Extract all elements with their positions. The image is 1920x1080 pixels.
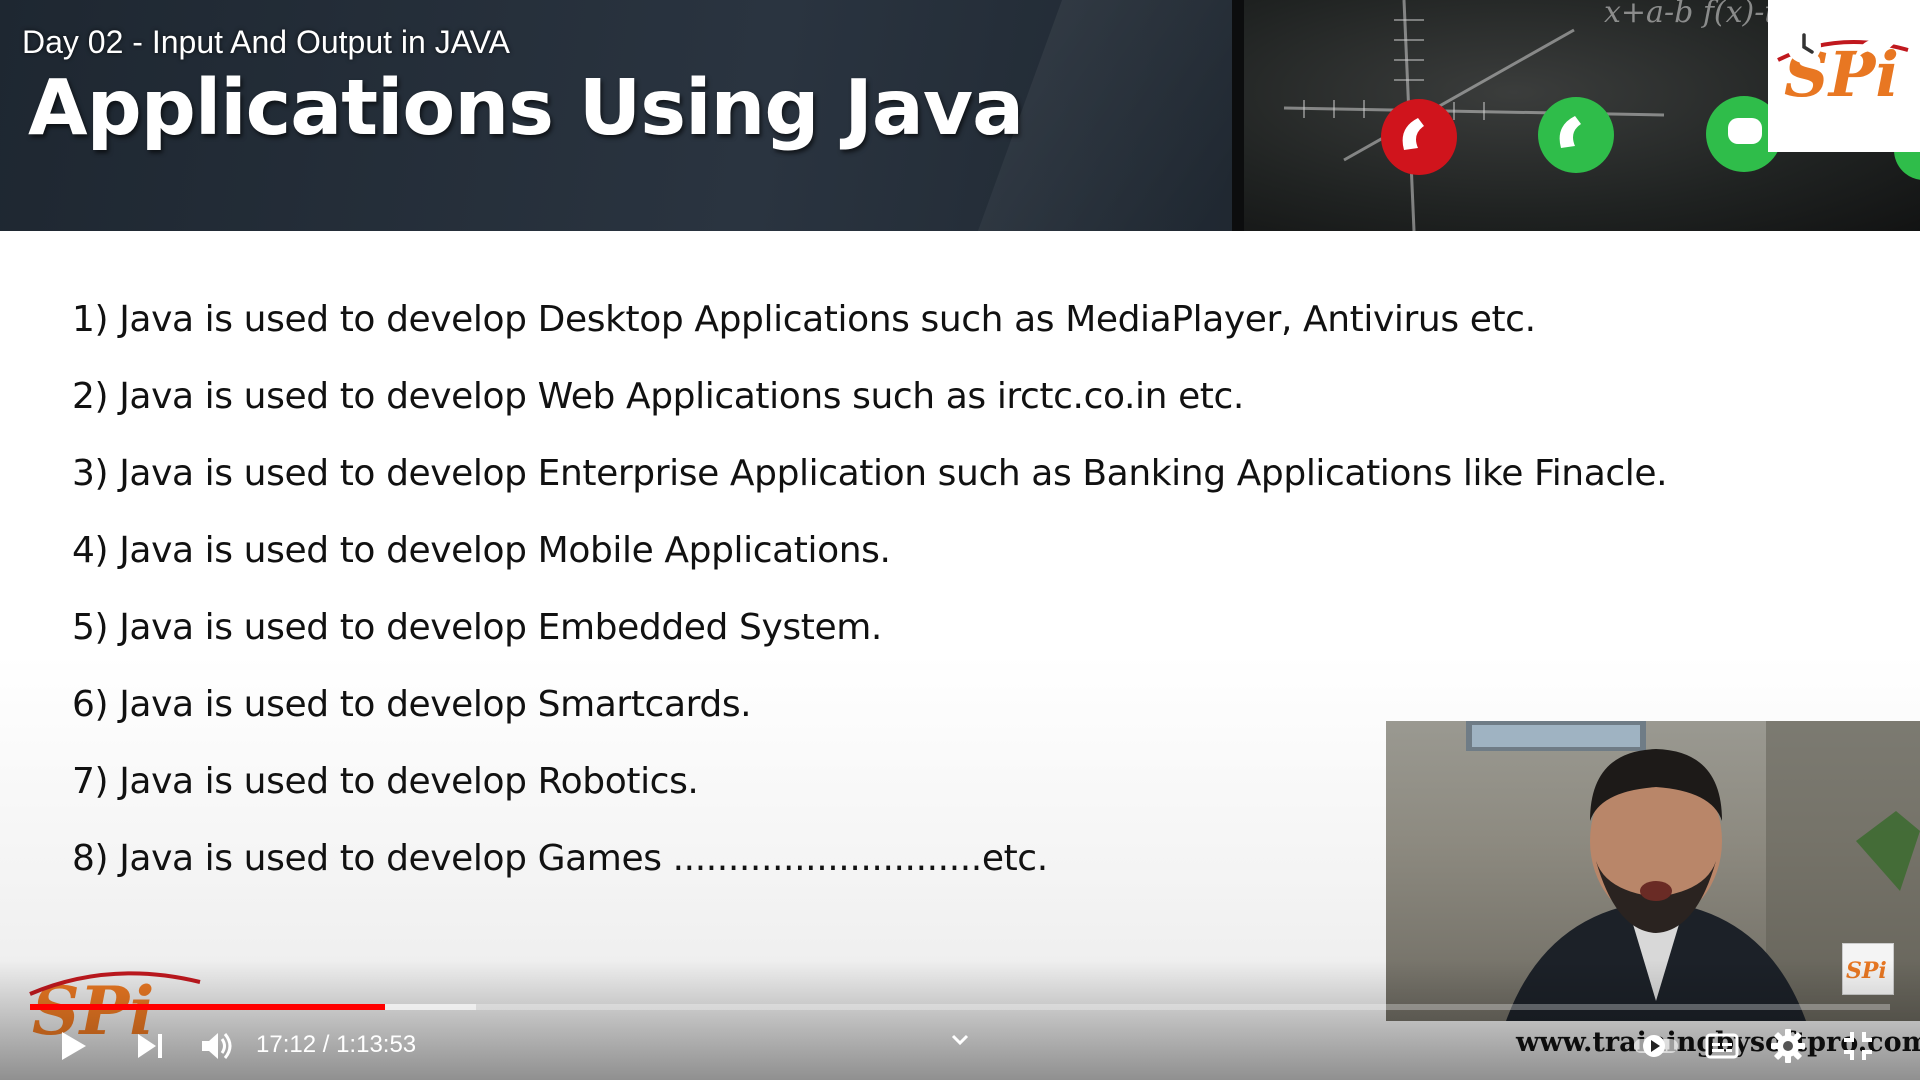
slide-point: 8) Java is used to develop Games .......… [72, 838, 1048, 879]
svg-text:SPi: SPi [1846, 958, 1887, 984]
presenter-webcam: SPi [1386, 721, 1920, 1021]
autoplay-toggle-icon[interactable] [1632, 1026, 1682, 1066]
clock-icon[interactable] [1782, 24, 1826, 68]
slide-point: 2) Java is used to develop Web Applicati… [72, 376, 1244, 417]
time-current: 17:12 [256, 1031, 317, 1058]
time-separator: / [322, 1031, 330, 1058]
time-display: 17:12 / 1:13:53 [256, 1031, 416, 1059]
progress-bar[interactable] [30, 1004, 1890, 1010]
spi-logo-small: SPi [1842, 943, 1894, 995]
slide-heading: Applications Using Java [28, 64, 1024, 153]
next-icon[interactable] [130, 1026, 170, 1066]
slide-point: 1) Java is used to develop Desktop Appli… [72, 299, 1536, 340]
share-arrow-icon[interactable] [1852, 24, 1896, 68]
video-player[interactable]: Applications Using Java x+a-b f(x)-tan S… [0, 0, 1920, 1080]
slide-point: 6) Java is used to develop Smartcards. [72, 684, 752, 725]
volume-icon[interactable] [196, 1026, 236, 1066]
progress-played [30, 1004, 386, 1010]
time-total: 1:13:53 [336, 1031, 417, 1058]
slide-point: 7) Java is used to develop Robotics. [72, 761, 699, 802]
slide-point: 4) Java is used to develop Mobile Applic… [72, 530, 891, 571]
subtitles-icon[interactable] [1702, 1026, 1742, 1066]
gear-icon[interactable] [1768, 1026, 1808, 1066]
slide-point: 3) Java is used to develop Enterprise Ap… [72, 453, 1668, 494]
exit-fullscreen-icon[interactable] [1838, 1026, 1878, 1066]
video-title[interactable]: Day 02 - Input And Output in JAVA [22, 24, 510, 61]
play-icon[interactable] [52, 1026, 92, 1066]
slide-point: 5) Java is used to develop Embedded Syst… [72, 607, 882, 648]
chevron-down-icon[interactable] [942, 1028, 978, 1052]
spi-logo-top: SPi [1768, 0, 1920, 152]
